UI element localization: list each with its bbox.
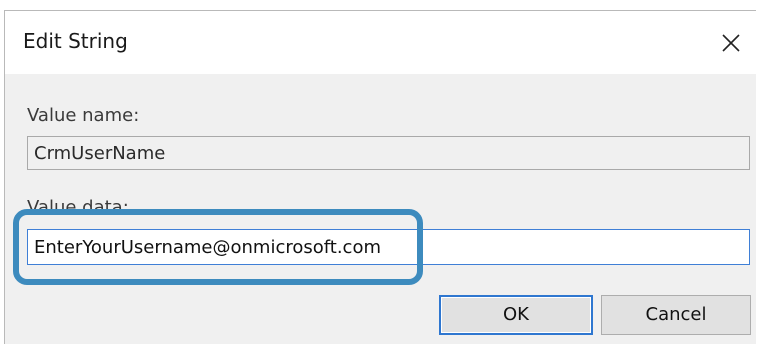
- value-name-field: [27, 136, 750, 170]
- dialog-title: Edit String: [23, 29, 128, 53]
- close-button[interactable]: [711, 23, 751, 63]
- edit-string-dialog: Edit String Value name: Value data: OK C…: [4, 10, 757, 344]
- ok-button[interactable]: OK: [439, 295, 593, 335]
- value-name-label: Value name:: [27, 105, 140, 126]
- dialog-titlebar: Edit String: [5, 11, 757, 74]
- value-data-label: Value data:: [27, 197, 129, 218]
- background-window-edge: ‾ ‾‾ ‾ ‾ ‾: [0, 0, 758, 10]
- cancel-button[interactable]: Cancel: [601, 295, 751, 335]
- background-text-fragment: ‾ ‾‾ ‾ ‾: [118, 0, 174, 7]
- screenshot-canvas: ‾ ‾‾ ‾ ‾ ‾ Edit String Value name: Value…: [0, 0, 758, 344]
- background-text-fragment-right: ‾: [736, 0, 743, 7]
- value-data-input[interactable]: [27, 229, 750, 265]
- close-icon: [722, 34, 740, 52]
